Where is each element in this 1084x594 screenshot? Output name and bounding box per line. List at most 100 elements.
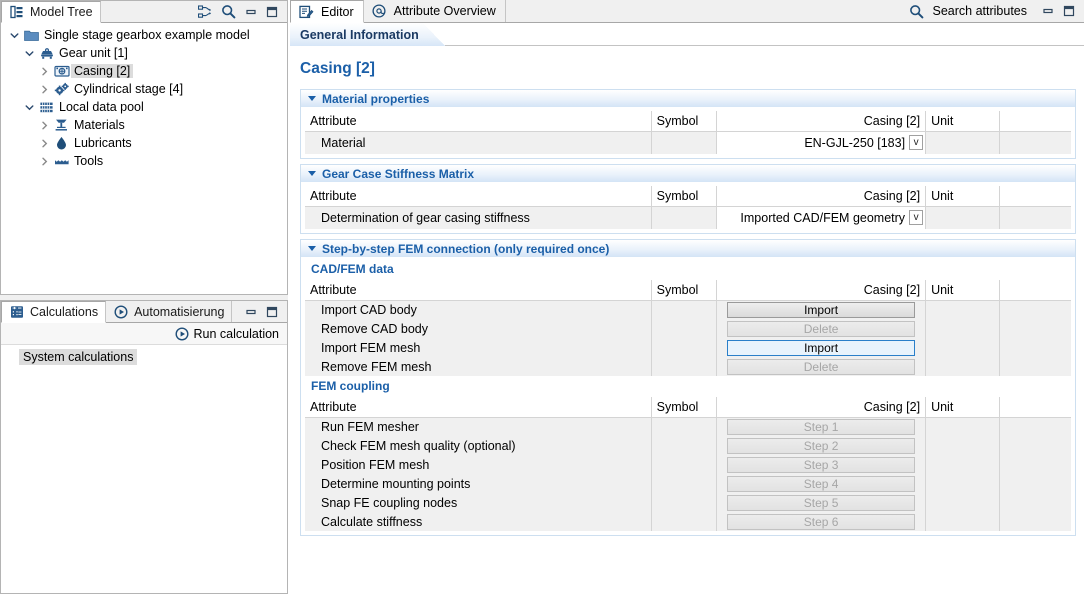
row-unit	[925, 455, 1000, 474]
tab-calculations[interactable]: Calculations	[1, 301, 107, 323]
tab-editor-label: Editor	[321, 4, 354, 19]
table-row: Determination of gear casing stiffness I…	[305, 206, 1071, 229]
tab-attribute-overview[interactable]: Attribute Overview	[363, 0, 506, 22]
stiffness-combo-value[interactable]: Imported CAD/FEM geometry	[740, 211, 905, 225]
table-row: Import FEM mesh Import	[305, 338, 1071, 357]
col-attribute: Attribute	[305, 111, 652, 132]
search-icon[interactable]	[909, 4, 924, 19]
calculations-toolbar: Run calculation	[1, 323, 287, 345]
tab-automatisierung[interactable]: Automatisierung	[106, 301, 233, 322]
import-fem-mesh-button[interactable]: Import	[727, 339, 916, 356]
tree-item-local-data-pool[interactable]: Local data pool	[1, 98, 287, 116]
tools-icon	[52, 155, 71, 167]
maximize-icon[interactable]	[1063, 5, 1075, 17]
row-value-cell: Imported CAD/FEM geometry v	[716, 206, 927, 229]
twisty-right-icon[interactable]	[37, 67, 52, 76]
tab-editor[interactable]: Editor	[290, 0, 364, 23]
section-header-gear-case-stiffness-matrix[interactable]: Gear Case Stiffness Matrix	[300, 164, 1076, 182]
twisty-right-icon[interactable]	[37, 139, 52, 148]
remove-cad-body-button: Delete	[727, 320, 916, 337]
tree-item-gear-unit[interactable]: Gear unit [1]	[1, 44, 287, 62]
section-gear-case-stiffness-matrix: Gear Case Stiffness Matrix Attribute Sym…	[300, 164, 1076, 234]
model-tree-tabbar: Model Tree	[1, 1, 287, 23]
group-title-cad-fem-data: CAD/FEM data	[311, 262, 394, 276]
maximize-icon[interactable]	[266, 306, 278, 318]
twisty-down-icon[interactable]	[7, 31, 22, 40]
chevron-down-icon[interactable]: v	[909, 135, 924, 151]
row-extra	[999, 357, 1071, 376]
calculations-list: System calculations	[1, 345, 287, 365]
link-with-editor-icon[interactable]	[198, 4, 212, 19]
row-action-cell: Step 5	[716, 493, 927, 512]
section-title: Gear Case Stiffness Matrix	[322, 166, 475, 181]
row-unit	[925, 474, 1000, 493]
import-cad-body-button[interactable]: Import	[727, 301, 916, 318]
tree-item-tools[interactable]: Tools	[1, 152, 287, 170]
tree-item-lubricants[interactable]: Lubricants	[1, 134, 287, 152]
tree-item-label: Lubricants	[74, 136, 132, 150]
tree-icon	[7, 5, 26, 19]
row-symbol	[651, 436, 718, 455]
collapse-triangle-icon[interactable]	[308, 171, 316, 176]
col-value: Casing [2]	[716, 280, 927, 301]
tree-item-materials[interactable]: Materials	[1, 116, 287, 134]
maximize-icon[interactable]	[266, 6, 278, 18]
twisty-right-icon[interactable]	[37, 121, 52, 130]
row-unit	[925, 357, 1000, 376]
tree-item-single-stage-gearbox-example-model[interactable]: Single stage gearbox example model	[1, 26, 287, 44]
minimize-icon[interactable]	[1042, 5, 1054, 17]
row-extra	[999, 131, 1071, 154]
editor-tabbar: Editor Attribute Overview Search attribu…	[290, 0, 1084, 23]
table-row: Determine mounting points Step 4	[305, 474, 1071, 493]
search-attributes-label[interactable]: Search attributes	[933, 4, 1028, 18]
twisty-right-icon[interactable]	[37, 157, 52, 166]
calculate-stiffness-button: Step 6	[727, 513, 916, 530]
col-value: Casing [2]	[716, 186, 927, 207]
search-icon[interactable]	[221, 4, 236, 19]
gear-case-stiffness-table: Attribute Symbol Casing [2] Unit Determi…	[305, 186, 1071, 229]
application-window: Model Tree Single stage gearbox example …	[0, 0, 1084, 594]
col-unit: Unit	[925, 397, 1000, 418]
tab-general-information-label: General Information	[300, 27, 419, 42]
droplet-icon	[52, 136, 71, 150]
table-row: Check FEM mesh quality (optional) Step 2	[305, 436, 1071, 455]
row-action-cell: Import	[716, 300, 927, 319]
tab-model-tree[interactable]: Model Tree	[1, 1, 101, 23]
row-unit	[925, 493, 1000, 512]
row-attribute: Import FEM mesh	[305, 338, 652, 357]
section-header-material-properties[interactable]: Material properties	[300, 89, 1076, 107]
col-symbol: Symbol	[651, 280, 718, 301]
section-body-gear-case-stiffness-matrix: Attribute Symbol Casing [2] Unit Determi…	[300, 182, 1076, 234]
play-circle-icon[interactable]	[175, 326, 189, 341]
col-unit: Unit	[925, 280, 1000, 301]
collapse-triangle-icon[interactable]	[308, 246, 316, 251]
run-calculation-button[interactable]: Run calculation	[194, 327, 279, 341]
casing-icon	[52, 64, 71, 78]
twisty-down-icon[interactable]	[22, 103, 37, 112]
tab-general-information[interactable]: General Information	[290, 23, 445, 46]
database-icon	[37, 101, 56, 114]
determine-mounting-points-button: Step 4	[727, 475, 916, 492]
twisty-down-icon[interactable]	[22, 49, 37, 58]
tree-item-casing[interactable]: Casing [2]	[1, 62, 287, 80]
col-extra	[999, 280, 1071, 301]
chevron-down-icon[interactable]: v	[909, 210, 924, 226]
table-row: Run FEM mesher Step 1	[305, 417, 1071, 436]
row-attribute: Remove CAD body	[305, 319, 652, 338]
minimize-icon[interactable]	[245, 6, 257, 18]
position-fem-mesh-button: Step 3	[727, 456, 916, 473]
tree-item-label: Single stage gearbox example model	[44, 28, 250, 42]
minimize-icon[interactable]	[245, 306, 257, 318]
tree-item-label: Cylindrical stage [4]	[74, 82, 184, 96]
collapse-triangle-icon[interactable]	[308, 96, 316, 101]
section-header-step-by-step-fem-connection[interactable]: Step-by-step FEM connection (only requir…	[300, 239, 1076, 257]
row-symbol	[651, 131, 718, 154]
twisty-right-icon[interactable]	[37, 85, 52, 94]
tree-item-cylindrical-stage[interactable]: Cylindrical stage [4]	[1, 80, 287, 98]
calculations-panel: Calculations Automatisierung Run calcula…	[0, 300, 288, 594]
list-item-system-calculations[interactable]: System calculations	[19, 349, 138, 365]
section-body-material-properties: Attribute Symbol Casing [2] Unit Materia…	[300, 107, 1076, 159]
gear-unit-icon	[37, 47, 56, 60]
material-combo-value[interactable]: EN-GJL-250 [183]	[804, 136, 905, 150]
page-title: Casing [2]	[300, 60, 375, 77]
